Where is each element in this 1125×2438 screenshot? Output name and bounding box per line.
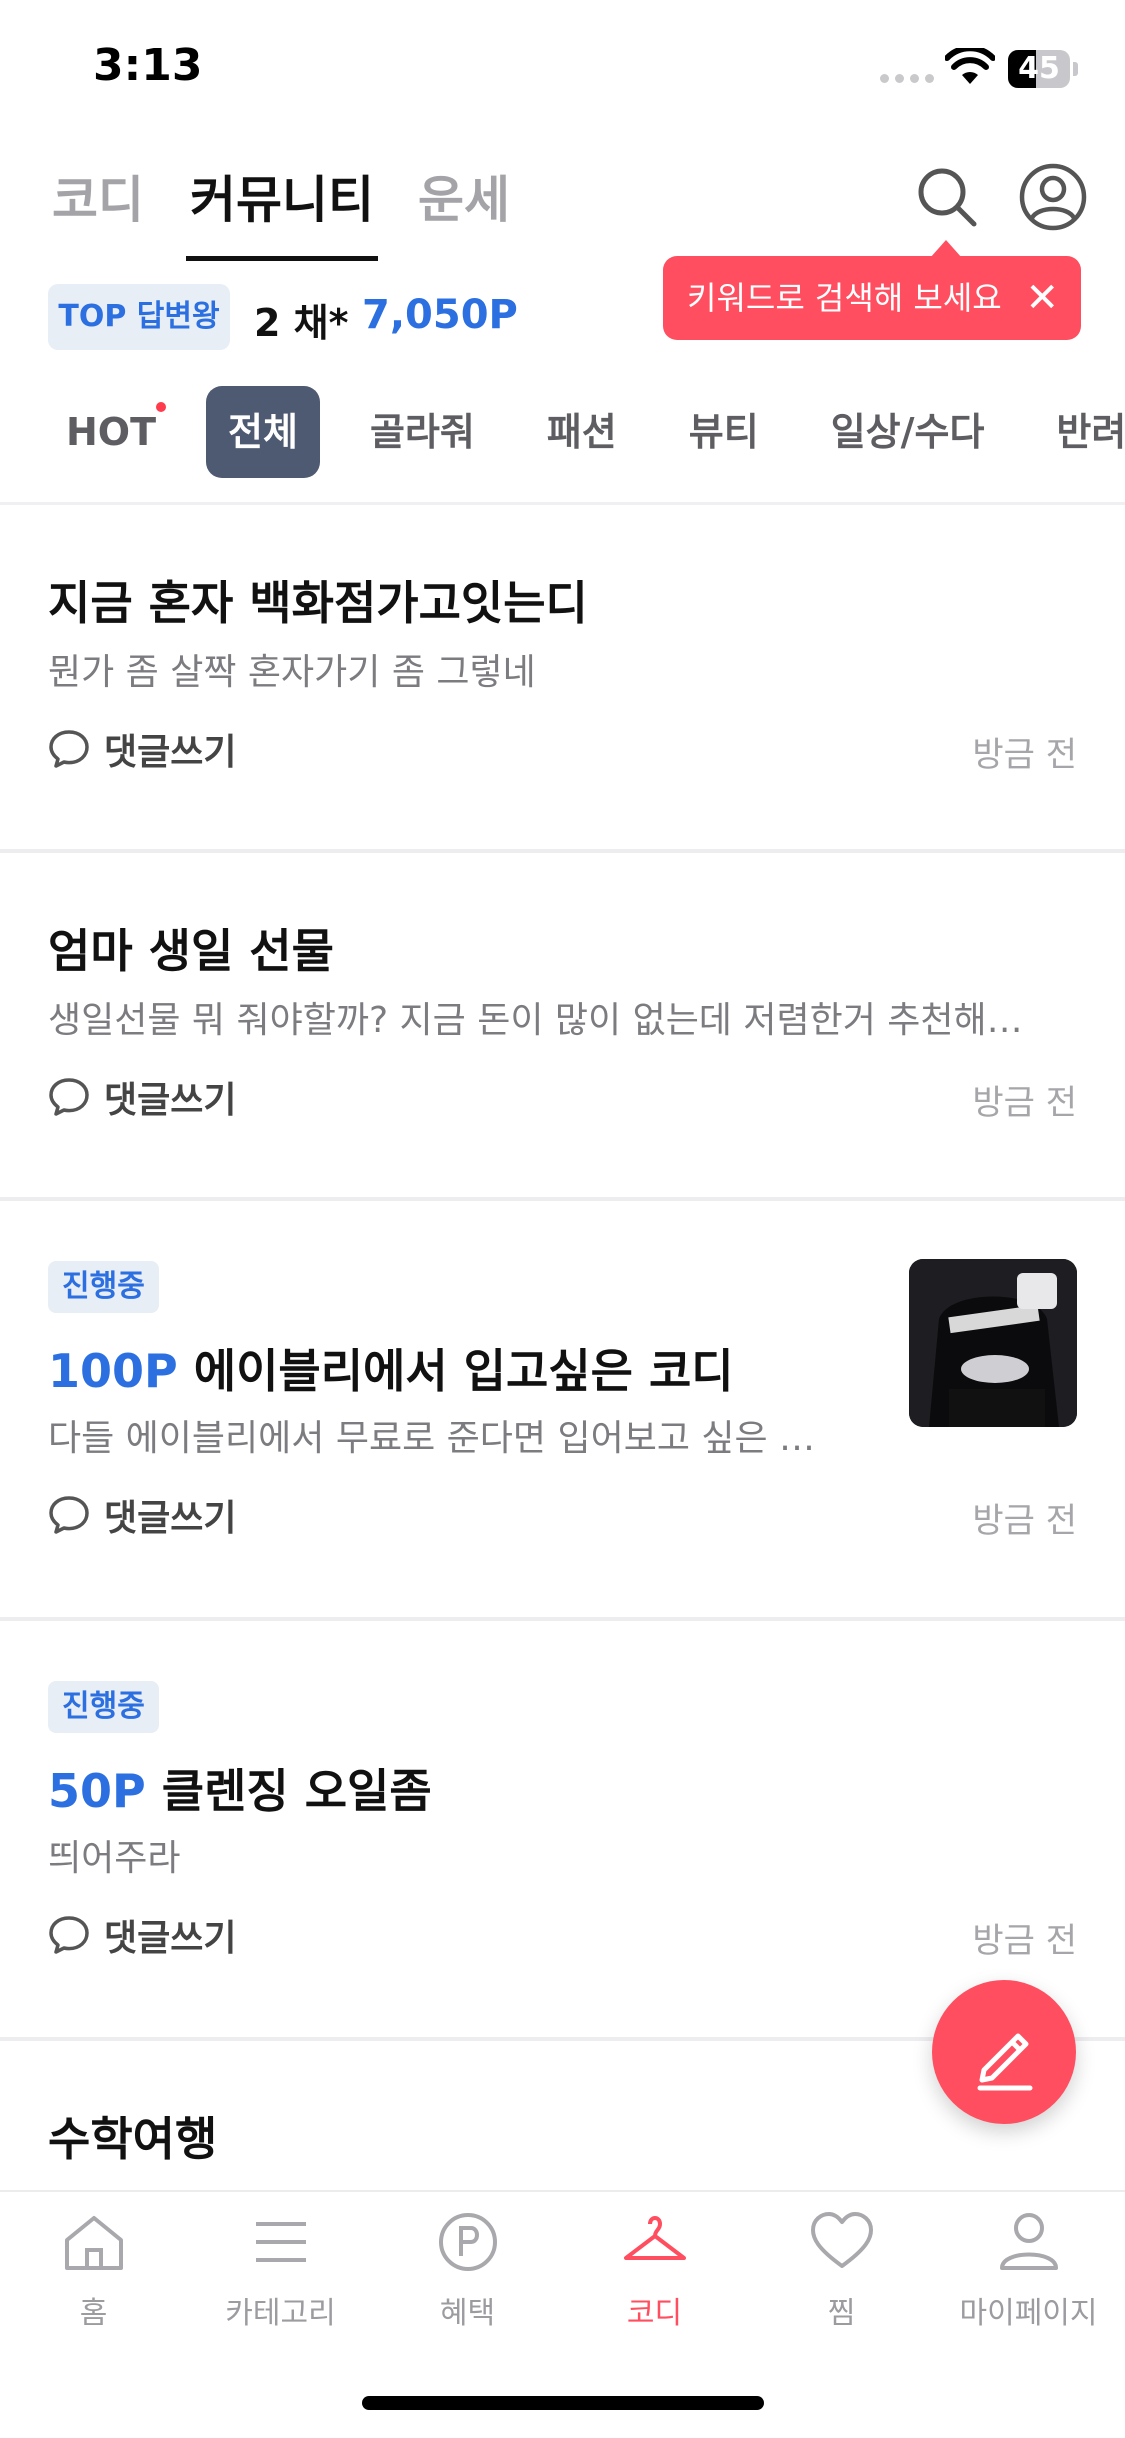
write-post-button[interactable] xyxy=(932,1980,1076,2124)
post-title: 클렌징 오일좀 xyxy=(161,1764,432,1818)
pencil-icon xyxy=(977,2033,1033,2091)
comment-icon xyxy=(49,730,89,768)
nav-wishlist[interactable]: 찜 xyxy=(748,2210,935,2332)
answer-count: 2 채* xyxy=(254,301,349,345)
nav-label: 카테고리 xyxy=(225,2296,336,2331)
comment-button[interactable]: 댓글쓰기 xyxy=(48,1909,236,1961)
nav-category[interactable]: 카테고리 xyxy=(187,2210,374,2332)
thumbnail-image xyxy=(909,1259,1077,1427)
post-body: 다들 에이블리에서 무료로 준다면 입어보고 싶은 … xyxy=(48,1418,816,1459)
comment-label: 댓글쓰기 xyxy=(104,1918,237,1959)
points-icon xyxy=(438,2213,497,2271)
wifi-icon xyxy=(945,48,995,84)
post-time: 방금 전 xyxy=(972,1501,1077,1541)
comment-icon xyxy=(49,1496,89,1534)
nav-label: 마이페이지 xyxy=(959,2296,1098,2331)
post-item[interactable]: 지금 혼자 백화점가고잇는디 뭔가 좀 살짝 혼자가기 좀 그렇네 댓글쓰기 방… xyxy=(0,505,1125,853)
post-item[interactable]: 엄마 생일 선물 생일선물 뭐 줘야할까? 지금 돈이 많이 없는데 저렴한거 … xyxy=(0,853,1125,1201)
top-answerer-badge[interactable]: TOP 답변왕 xyxy=(48,284,230,350)
post-title: 엄마 생일 선물 xyxy=(48,924,334,978)
post-item[interactable]: 진행중 50P 클렌징 오일좀 띄어주라 댓글쓰기 방금 전 xyxy=(0,1621,1125,2041)
menu-icon xyxy=(255,2222,306,2262)
comment-label: 댓글쓰기 xyxy=(104,1080,237,1121)
post-body: 생일선물 뭐 줘야할까? 지금 돈이 많이 없는데 저렴한거 추천해… xyxy=(48,1000,1023,1041)
comment-label: 댓글쓰기 xyxy=(104,732,237,773)
tab-community[interactable]: 커뮤니티 xyxy=(190,160,374,232)
post-body: 뭔가 좀 살짝 혼자가기 좀 그렇네 xyxy=(48,652,536,693)
search-tooltip[interactable]: 키워드로 검색해 보세요 ✕ xyxy=(663,256,1081,340)
signal-icon xyxy=(880,74,936,84)
user-icon xyxy=(999,2213,1058,2270)
post-title: 에이블리에서 입고싶은 코디 xyxy=(193,1344,734,1398)
post-time: 방금 전 xyxy=(972,1921,1077,1961)
nav-mypage[interactable]: 마이페이지 xyxy=(935,2210,1122,2332)
tab-codi[interactable]: 코디 xyxy=(52,160,144,232)
comment-icon xyxy=(49,1916,89,1954)
nav-label: 혜택 xyxy=(439,2296,496,2331)
category-daily[interactable]: 일상/수다 xyxy=(809,386,1007,478)
post-title: 수학여행 xyxy=(48,2112,218,2166)
category-pick[interactable]: 골라줘 xyxy=(348,386,497,478)
points-value[interactable]: 7,050P xyxy=(362,292,518,338)
category-beauty[interactable]: 뷰티 xyxy=(667,386,781,478)
profile-icon[interactable] xyxy=(1018,162,1088,232)
post-time: 방금 전 xyxy=(972,1083,1077,1123)
search-icon[interactable] xyxy=(912,162,982,232)
new-dot xyxy=(156,402,167,412)
post-points: 50P xyxy=(48,1764,146,1818)
battery-tip xyxy=(1073,62,1078,76)
comment-button[interactable]: 댓글쓰기 xyxy=(48,723,236,775)
category-all[interactable]: 전체 xyxy=(206,386,320,478)
nav-label: 코디 xyxy=(626,2296,683,2331)
battery-icon: 45 xyxy=(1008,50,1070,88)
comment-button[interactable]: 댓글쓰기 xyxy=(48,1071,236,1123)
nav-codi[interactable]: 코디 xyxy=(561,2210,748,2332)
tab-fortune[interactable]: 운세 xyxy=(418,160,510,232)
category-bar: HOT 전체 골라줘 패션 뷰티 일상/수다 반려동 xyxy=(0,386,1125,478)
post-points: 100P xyxy=(48,1344,178,1398)
post-body: 띄어주라 xyxy=(48,1838,181,1879)
status-time: 3:13 xyxy=(93,40,203,91)
comment-label: 댓글쓰기 xyxy=(104,1498,237,1539)
active-tab-underline xyxy=(186,256,378,261)
status-badge: 진행중 xyxy=(48,1681,159,1733)
nav-label: 찜 xyxy=(827,2296,856,2331)
category-hot[interactable]: HOT xyxy=(44,386,178,478)
hanger-icon xyxy=(623,2216,686,2260)
post-title: 지금 혼자 백화점가고잇는디 xyxy=(48,576,588,630)
nav-label: 홈 xyxy=(79,2296,108,2331)
heart-icon xyxy=(810,2212,873,2268)
post-thumbnail[interactable] xyxy=(909,1259,1077,1427)
category-label: HOT xyxy=(66,410,157,454)
category-pet[interactable]: 반려동 xyxy=(1034,386,1125,478)
tooltip-text: 키워드로 검색해 보세요 xyxy=(687,279,1002,317)
comment-icon xyxy=(49,1078,89,1116)
post-time: 방금 전 xyxy=(972,735,1077,775)
home-icon xyxy=(64,2216,123,2270)
comment-button[interactable]: 댓글쓰기 xyxy=(48,1489,236,1541)
nav-benefits[interactable]: 혜택 xyxy=(374,2210,561,2332)
status-badge: 진행중 xyxy=(48,1261,159,1313)
post-item[interactable]: 진행중 100P 에이블리에서 입고싶은 코디 다들 에이블리에서 무료로 준다… xyxy=(0,1201,1125,1621)
battery-level: 45 xyxy=(1018,51,1060,86)
close-icon[interactable]: ✕ xyxy=(1025,256,1059,340)
category-fashion[interactable]: 패션 xyxy=(525,386,639,478)
home-indicator xyxy=(362,2396,764,2410)
nav-home[interactable]: 홈 xyxy=(0,2210,187,2332)
